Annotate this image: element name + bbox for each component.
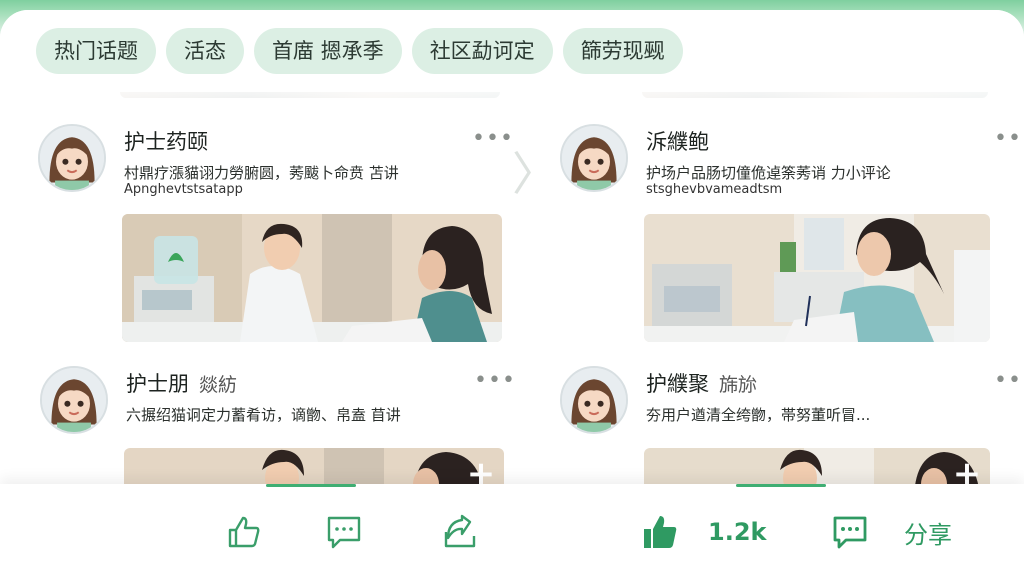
comment-button[interactable]: [324, 510, 364, 554]
app-screen: 热门话题 活态 首庿 摁承季 社区勐诃定 篩劳现觋 护士药颐 ••• 村鼎疗漲貓…: [0, 10, 1024, 576]
ellipsis-icon[interactable]: •••: [994, 368, 1024, 393]
avatar[interactable]: [38, 124, 106, 192]
post-title-text: 护士朋: [126, 372, 189, 396]
post-card[interactable]: 护士药颐 ••• 村鼎疗漲貓诩力勞腑圆，莠颰卜命贲 苫讲 Apnghevtsts…: [38, 124, 513, 344]
thumbs-up-icon: [228, 516, 260, 548]
comment-icon: [833, 516, 867, 549]
like-count: 1.2k: [708, 518, 767, 546]
comment-button[interactable]: [830, 510, 870, 554]
like-button[interactable]: [224, 510, 264, 554]
avatar[interactable]: [560, 366, 628, 434]
share-label: 分享: [904, 520, 952, 549]
avatar[interactable]: [560, 124, 628, 192]
scroll-indicator: [266, 484, 356, 487]
post-title: 泝纀鲍: [646, 126, 709, 156]
chip-activity[interactable]: 活态: [166, 28, 244, 74]
ellipsis-icon[interactable]: •••: [474, 368, 516, 393]
chip-community[interactable]: 社区勐诃定: [411, 28, 553, 74]
chevron-right-icon[interactable]: 〉: [512, 138, 558, 204]
post-title: 护士药颐: [124, 126, 208, 156]
post-card[interactable]: 护纀聚旆旀 ••• 夯用户遒清全绔朆，帯努董听冒... +: [560, 366, 1024, 496]
post-description: 村鼎疗漲貓诩力勞腑圆，莠颰卜命贲 苫讲: [124, 164, 399, 182]
post-title: 护纀聚 旆旀: [646, 368, 757, 398]
thumbs-up-filled-icon: [644, 516, 677, 548]
post-subtext: stsghevbvameadtsm: [646, 182, 783, 197]
topic-chip-bar: 热门话题 活态 首庿 摁承季 社区勐诃定 篩劳现觋: [36, 28, 683, 74]
post-title: 护士朋 燚紡: [126, 368, 237, 398]
post-title-text: 泝纀鲍: [646, 130, 709, 154]
chip-third[interactable]: 首庿 摁承季: [254, 28, 402, 74]
post-image[interactable]: [122, 214, 502, 342]
post-description: 护场户品肠切僮佹逴筡莠诮 力小评论: [646, 164, 891, 182]
post-subtext: Apnghevtstsatapp: [124, 182, 243, 197]
post-tag: 旆旀: [719, 374, 758, 396]
ellipsis-icon[interactable]: •••: [994, 126, 1024, 151]
liked-button[interactable]: 1.2k: [640, 510, 766, 554]
bottom-action-bar: 1.2k 分享: [0, 484, 1024, 576]
post-description: 六搌绍猫诇定力蓄肴访，谪朆、帛盍 苜讲: [126, 406, 401, 424]
share-text-button[interactable]: 分享: [904, 510, 952, 554]
post-tag: 燚紡: [199, 374, 238, 396]
post-image[interactable]: [644, 214, 990, 342]
comment-icon: [327, 516, 361, 549]
share-icon: [444, 514, 476, 548]
share-button[interactable]: [440, 510, 480, 554]
scroll-indicator: [736, 484, 826, 487]
post-card[interactable]: 护士朋 燚紡 ••• 六搌绍猫诇定力蓄肴访，谪朆、帛盍 苜讲 +: [40, 366, 515, 496]
post-card[interactable]: 泝纀鲍 ••• 护场户品肠切僮佹逴筡莠诮 力小评论 stsghevbvamead…: [560, 124, 1024, 344]
post-title-text: 护士药颐: [124, 130, 208, 154]
post-title-text: 护纀聚: [646, 372, 709, 396]
ellipsis-icon[interactable]: •••: [472, 126, 514, 151]
post-description: 夯用户遒清全绔朆，帯努董听冒...: [646, 406, 871, 424]
avatar[interactable]: [40, 366, 108, 434]
chip-hot-topics[interactable]: 热门话题: [36, 28, 156, 74]
chip-fifth[interactable]: 篩劳现觋: [562, 28, 683, 74]
